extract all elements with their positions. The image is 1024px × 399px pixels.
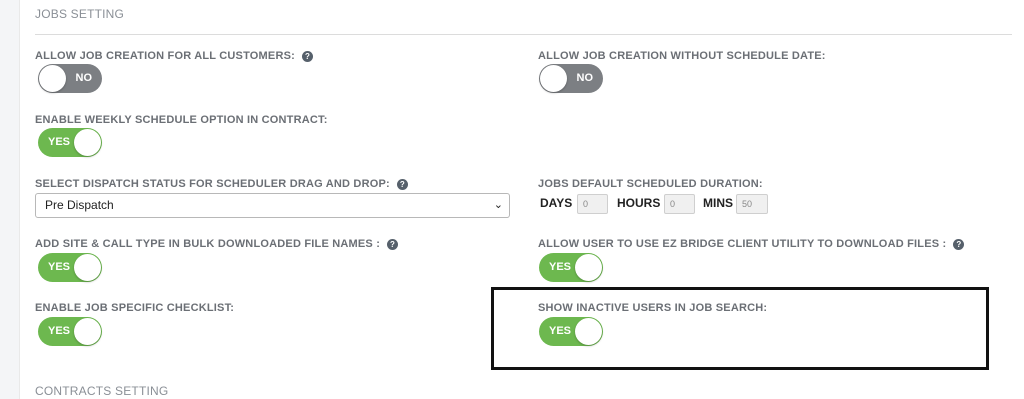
toggle-knob — [74, 129, 101, 156]
toggle-knob — [74, 318, 101, 345]
toggle-knob — [575, 318, 602, 345]
allow-job-creation-without-schedule-toggle[interactable]: NO — [539, 64, 603, 93]
toggle-knob — [540, 65, 567, 92]
allow-job-creation-without-schedule-label: ALLOW JOB CREATION WITHOUT SCHEDULE DATE… — [538, 50, 826, 62]
ez-bridge-utility-toggle[interactable]: YES — [539, 253, 603, 282]
label-text: SELECT DISPATCH STATUS FOR SCHEDULER DRA… — [35, 178, 390, 190]
help-icon[interactable]: ? — [302, 51, 313, 62]
show-inactive-users-label: SHOW INACTIVE USERS IN JOB SEARCH: — [538, 302, 768, 314]
add-site-call-type-toggle[interactable]: YES — [38, 253, 102, 282]
toggle-state: NO — [75, 72, 93, 84]
dispatch-status-label: SELECT DISPATCH STATUS FOR SCHEDULER DRA… — [35, 178, 408, 190]
section-divider — [35, 34, 1012, 35]
allow-job-creation-all-customers-toggle[interactable]: NO — [38, 64, 102, 93]
chevron-down-icon: ⌄ — [493, 199, 503, 211]
mins-input[interactable]: 50 — [736, 194, 768, 214]
toggle-knob — [575, 254, 602, 281]
add-site-call-type-label: ADD SITE & CALL TYPE IN BULK DOWNLOADED … — [35, 238, 399, 250]
toggle-state: YES — [48, 325, 71, 337]
days-label: DAYS — [540, 196, 573, 210]
enable-weekly-schedule-toggle[interactable]: YES — [38, 128, 102, 157]
hours-input[interactable]: 0 — [664, 194, 695, 214]
label-text: ADD SITE & CALL TYPE IN BULK DOWNLOADED … — [35, 238, 381, 250]
dispatch-status-select[interactable]: Pre Dispatch ⌄ — [35, 193, 510, 218]
select-value: Pre Dispatch — [45, 198, 114, 212]
days-input[interactable]: 0 — [577, 194, 608, 214]
ez-bridge-utility-label: ALLOW USER TO USE EZ BRIDGE CLIENT UTILI… — [538, 238, 965, 250]
toggle-state: YES — [549, 261, 572, 273]
toggle-state: YES — [549, 325, 572, 337]
jobs-section-title: JOBS SETTING — [35, 7, 125, 21]
help-icon[interactable]: ? — [387, 239, 399, 250]
show-inactive-users-toggle[interactable]: YES — [539, 317, 603, 346]
default-duration-label: JOBS DEFAULT SCHEDULED DURATION: — [538, 178, 763, 190]
toggle-state: YES — [48, 261, 71, 273]
help-icon[interactable]: ? — [396, 179, 408, 190]
left-rail — [0, 0, 20, 399]
toggle-knob — [74, 254, 101, 281]
hours-label: HOURS — [617, 196, 661, 210]
toggle-state: NO — [576, 72, 594, 84]
job-specific-checklist-label: ENABLE JOB SPECIFIC CHECKLIST: — [35, 302, 235, 314]
label-text: ALLOW JOB CREATION FOR ALL CUSTOMERS: — [35, 50, 295, 62]
allow-job-creation-all-customers-label: ALLOW JOB CREATION FOR ALL CUSTOMERS:? — [35, 50, 313, 62]
enable-weekly-schedule-label: ENABLE WEEKLY SCHEDULE OPTION IN CONTRAC… — [35, 114, 328, 126]
contracts-section-title: CONTRACTS SETTING — [35, 384, 169, 398]
mins-label: MINS — [703, 196, 733, 210]
job-specific-checklist-toggle[interactable]: YES — [38, 317, 102, 346]
label-text: ALLOW USER TO USE EZ BRIDGE CLIENT UTILI… — [538, 238, 947, 250]
toggle-knob — [39, 65, 66, 92]
help-icon[interactable]: ? — [953, 239, 965, 250]
toggle-state: YES — [48, 136, 71, 148]
